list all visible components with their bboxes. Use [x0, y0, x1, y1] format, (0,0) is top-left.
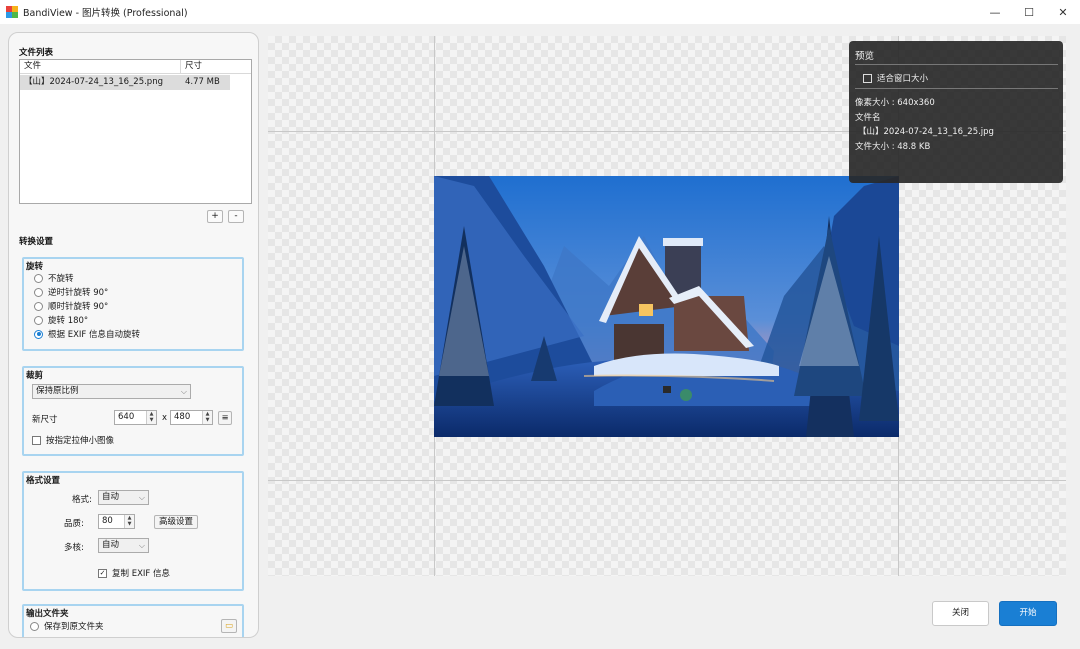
format-label: 格式:: [72, 495, 92, 505]
file-name-cell: 【山】2024-07-24_13_16_25.png: [24, 77, 163, 87]
file-list[interactable]: 文件 尺寸 【山】2024-07-24_13_16_25.png 4.77 MB: [19, 59, 252, 204]
size-separator: x: [162, 413, 168, 423]
radio-button[interactable]: [34, 315, 43, 325]
radio-button[interactable]: [30, 621, 39, 631]
checkbox[interactable]: [863, 73, 872, 83]
folder-icon[interactable]: ▭: [221, 619, 237, 633]
output-filename: 【山】2024-07-24_13_16_25.jpg: [858, 127, 994, 137]
snowy-cabin-illustration: [434, 176, 899, 437]
add-file-button[interactable]: +: [207, 210, 223, 223]
advanced-settings-button[interactable]: 高级设置: [154, 515, 199, 529]
crop-mode-select[interactable]: 保持原比例 ⌵: [32, 384, 191, 399]
radio-button[interactable]: [34, 301, 43, 311]
file-list-title: 文件列表: [19, 48, 54, 58]
divider: [855, 88, 1058, 89]
filename-label: 文件名: [855, 113, 881, 123]
quality-stepper[interactable]: 80 ▲ ▼: [98, 514, 135, 529]
format-group: 格式设置 格式: 自动 ⌵ 品质: 80 ▲ ▼ 高级设置 多核: 自动 ⌵ ✓ 复…: [22, 471, 244, 591]
output-folder-title: 输出文件夹: [26, 609, 69, 619]
rotate-group: 旋转 不旋转 逆时针旋转 90° 顺时针旋转 90° 旋转 180° 根据 EX…: [22, 257, 244, 351]
crop-group-title: 裁剪: [26, 371, 44, 381]
column-header-file[interactable]: 文件: [20, 60, 181, 73]
radio-rotate-exif[interactable]: 根据 EXIF 信息自动旋转: [34, 328, 140, 340]
divider: [855, 64, 1058, 65]
bandiview-app-icon: [6, 6, 18, 18]
close-button[interactable]: 关闭: [932, 601, 989, 626]
save-original-folder-radio[interactable]: 保存到原文件夹: [30, 620, 104, 632]
radio-rotate-cw-90[interactable]: 顺时针旋转 90°: [34, 300, 108, 312]
output-folder-group: 输出文件夹 保存到原文件夹 ▭: [22, 604, 244, 637]
radio-button-selected[interactable]: [34, 329, 43, 339]
checkbox[interactable]: [32, 435, 41, 445]
file-list-row[interactable]: 【山】2024-07-24_13_16_25.png 4.77 MB: [20, 75, 230, 90]
chevron-down-icon: ⌵: [138, 493, 145, 502]
crop-group: 裁剪 保持原比例 ⌵ 新尺寸 640 ▲ ▼ x 480 ▲ ▼ ≡ 按指定拉伸小图…: [22, 366, 244, 456]
chevron-down-icon: ⌵: [138, 541, 145, 550]
stepper-arrows-icon[interactable]: ▲ ▼: [146, 411, 156, 424]
multicore-select[interactable]: 自动 ⌵: [98, 538, 149, 553]
format-select[interactable]: 自动 ⌵: [98, 490, 149, 505]
format-group-title: 格式设置: [26, 476, 61, 486]
close-window-button[interactable]: ✕: [1046, 0, 1080, 24]
file-size-cell: 4.77 MB: [185, 77, 220, 87]
remove-file-button[interactable]: -: [228, 210, 244, 223]
radio-rotate-ccw-90[interactable]: 逆时针旋转 90°: [34, 286, 108, 298]
radio-button[interactable]: [34, 287, 43, 297]
new-size-label: 新尺寸: [32, 415, 58, 425]
width-stepper[interactable]: 640 ▲ ▼: [114, 410, 157, 425]
preview-info-panel: 预览 适合窗口大小 像素大小 : 640x360 文件名 【山】2024-07-…: [849, 41, 1063, 183]
file-size-text: 文件大小 : 48.8 KB: [855, 142, 931, 152]
chevron-down-icon: ⌵: [180, 387, 187, 396]
stepper-arrows-icon[interactable]: ▲ ▼: [202, 411, 212, 424]
radio-rotate-180[interactable]: 旋转 180°: [34, 314, 88, 326]
quality-label: 品质:: [64, 519, 84, 529]
guide-line: [268, 480, 1066, 481]
window-title: BandiView - 图片转换 (Professional): [23, 8, 188, 19]
maximize-button[interactable]: ☐: [1012, 0, 1046, 24]
start-button[interactable]: 开始: [999, 601, 1057, 626]
preview-title: 预览: [855, 51, 875, 62]
size-preset-menu-icon[interactable]: ≡: [218, 411, 232, 425]
radio-no-rotate[interactable]: 不旋转: [34, 272, 74, 284]
minimize-button[interactable]: —: [978, 0, 1012, 24]
checkmark-icon[interactable]: ✓: [98, 568, 107, 578]
title-bar: BandiView - 图片转换 (Professional) — ☐ ✕: [0, 0, 1080, 24]
file-list-header: 文件 尺寸: [20, 60, 251, 74]
convert-settings-title: 转换设置: [19, 237, 54, 247]
pixel-size-text: 像素大小 : 640x360: [855, 98, 935, 108]
settings-scrollbar[interactable]: [258, 279, 259, 524]
stepper-arrows-icon[interactable]: ▲ ▼: [124, 515, 134, 528]
multicore-label: 多核:: [64, 543, 84, 553]
preview-image: [434, 176, 899, 437]
column-header-size[interactable]: 尺寸: [181, 60, 202, 73]
stretch-small-checkbox[interactable]: 按指定拉伸小图像: [32, 434, 114, 446]
radio-button[interactable]: [34, 273, 43, 283]
rotate-group-title: 旋转: [26, 262, 44, 272]
fit-window-checkbox[interactable]: 适合窗口大小: [863, 72, 928, 84]
height-stepper[interactable]: 480 ▲ ▼: [170, 410, 213, 425]
copy-exif-checkbox[interactable]: ✓ 复制 EXIF 信息: [98, 567, 170, 579]
settings-panel: 文件列表 文件 尺寸 【山】2024-07-24_13_16_25.png 4.…: [8, 32, 259, 638]
